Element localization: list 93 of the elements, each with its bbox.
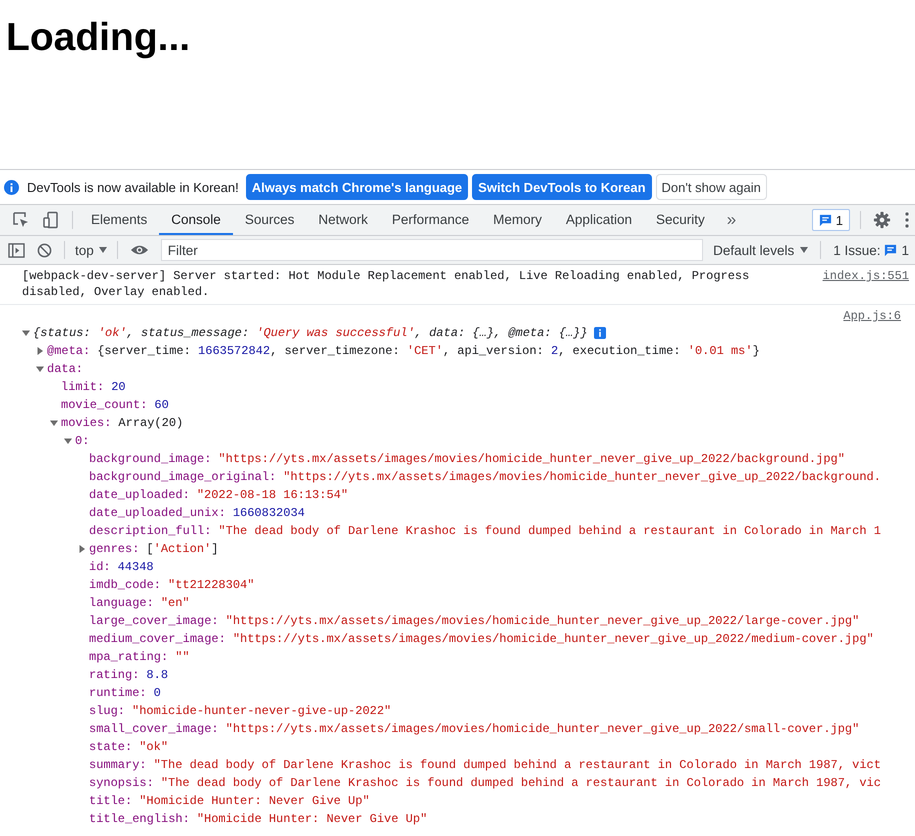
- property-key: 0:: [75, 434, 90, 448]
- property-value: Array(20): [118, 416, 184, 430]
- source-link[interactable]: index.js:551: [822, 268, 909, 284]
- property-value: {status: 'ok', status_message: 'Query was successful', data: {…}, @meta: {…}}: [33, 326, 588, 340]
- inspect-element-icon[interactable]: [12, 211, 30, 229]
- panel-tab[interactable]: Elements: [79, 205, 160, 235]
- collapsed-triangle-icon[interactable]: [36, 347, 44, 355]
- property-key: small_cover_image:: [89, 722, 219, 736]
- source-link[interactable]: App.js:6: [843, 308, 901, 324]
- property-value: 8.8: [146, 668, 168, 682]
- context-selector[interactable]: top: [71, 242, 111, 258]
- expanded-triangle-icon[interactable]: [36, 365, 44, 373]
- property-value: "Homicide Hunter: Never Give Up": [139, 794, 370, 808]
- property-key: genres:: [89, 542, 140, 556]
- property-value: 20: [111, 380, 126, 394]
- info-icon[interactable]: [594, 327, 606, 339]
- property-key: movie_count:: [61, 398, 148, 412]
- infobar-button[interactable]: Don't show again: [656, 174, 767, 200]
- property-value: "ok": [139, 740, 168, 754]
- property-value: "https://yts.mx/assets/images/movies/homicide_hunter_never_give_up_2022/large-cover.jpg": [226, 614, 860, 628]
- property-key: background_image_original:: [89, 470, 276, 484]
- caret-icon: [98, 247, 107, 253]
- filter-field[interactable]: Filter: [160, 239, 704, 261]
- property-key: data:: [47, 362, 84, 376]
- property-key: mpa_rating:: [89, 650, 168, 664]
- property-value: "The dead body of Darlene Krashoc is found dumped behind a restaurant in Colorado in March 1987, vic: [160, 776, 881, 790]
- page-heading: Loading...: [5, 15, 192, 61]
- message-icon: [884, 244, 898, 256]
- property-value: "The dead body of Darlene Krashoc is found dumped behind a restaurant in Colorado in March 1: [218, 524, 881, 538]
- property-key: state:: [89, 740, 132, 754]
- property-value: "https://yts.mx/assets/images/movies/homicide_hunter_never_give_up_2022/medium-cover.jpg": [232, 632, 874, 646]
- property-key: @meta:: [47, 344, 90, 358]
- property-value: {server_time: 1663572842, server_timezone: 'CET', api_version: 2, execution_time: '0.01 ms'}: [97, 344, 760, 358]
- info-icon: [4, 180, 19, 194]
- more-options-icon[interactable]: [905, 212, 909, 228]
- property-value: "Homicide Hunter: Never Give Up": [196, 812, 428, 826]
- sidebar-toggle-icon[interactable]: [8, 242, 25, 258]
- panel-tab[interactable]: Security: [644, 205, 717, 235]
- property-key: medium_cover_image:: [89, 632, 226, 646]
- property-value: ['Action']: [146, 542, 218, 556]
- property-key: title_english:: [89, 812, 190, 826]
- panel-tab[interactable]: Performance: [380, 205, 482, 235]
- message-icon: [818, 214, 832, 226]
- console-message: [webpack-dev-server] Server started: Hot Module Replacement enabled, Live Reloading enabled, Progress disabled, Overlay enabled.: [22, 268, 750, 300]
- property-value: 60: [154, 398, 169, 412]
- property-value: "en": [160, 596, 190, 610]
- caret-icon: [800, 247, 808, 253]
- settings-icon[interactable]: [873, 211, 891, 229]
- infobar-message: DevTools is now available in Korean!: [27, 180, 239, 194]
- property-value: "tt21228304": [168, 578, 254, 592]
- log-levels-dropdown[interactable]: Default levels: [703, 242, 814, 258]
- property-key: summary:: [89, 758, 147, 772]
- property-value: "https://yts.mx/assets/images/movies/homicide_hunter_never_give_up_2022/background.jpg": [218, 452, 845, 466]
- property-key: date_uploaded_unix:: [89, 506, 226, 520]
- property-key: language:: [89, 596, 154, 610]
- property-key: synopsis:: [89, 776, 154, 790]
- property-value: 0: [154, 686, 161, 700]
- infobar-button[interactable]: Always match Chrome's language: [246, 174, 468, 200]
- expanded-triangle-icon[interactable]: [64, 437, 72, 445]
- property-value: "2022-08-18 16:13:54": [196, 488, 348, 502]
- panel-tab[interactable]: Memory: [481, 205, 554, 235]
- property-key: description_full:: [89, 524, 212, 538]
- property-key: movies:: [61, 416, 112, 430]
- property-value: "https://yts.mx/assets/images/movies/homicide_hunter_never_give_up_2022/small-cover.jpg": [226, 722, 860, 736]
- issues-button[interactable]: 1 Issue: 1: [827, 242, 915, 258]
- panel-tab[interactable]: Sources: [232, 205, 306, 235]
- property-key: imdb_code:: [89, 578, 162, 592]
- property-key: title:: [89, 794, 132, 808]
- property-key: large_cover_image:: [89, 614, 219, 628]
- clear-console-icon[interactable]: [37, 242, 52, 258]
- property-key: limit:: [61, 380, 104, 394]
- device-toolbar-icon[interactable]: [42, 211, 60, 229]
- collapsed-triangle-icon[interactable]: [78, 545, 86, 553]
- property-value: "": [175, 650, 190, 664]
- property-key: id:: [89, 560, 111, 574]
- expanded-triangle-icon[interactable]: [22, 329, 30, 337]
- property-key: runtime:: [89, 686, 147, 700]
- expanded-triangle-icon[interactable]: [50, 419, 58, 427]
- property-value: "The dead body of Darlene Krashoc is found dumped behind a restaurant in Colorado in March 1987, vict: [154, 758, 881, 772]
- property-key: date_uploaded:: [89, 488, 190, 502]
- panel-tab[interactable]: Network: [306, 205, 380, 235]
- property-value: "homicide-hunter-never-give-up-2022": [132, 704, 392, 718]
- property-value: 44348: [118, 560, 154, 574]
- panel-tab[interactable]: Application: [554, 205, 644, 235]
- property-key: background_image:: [89, 452, 212, 466]
- property-key: slug:: [89, 704, 126, 718]
- messages-badge[interactable]: 1: [812, 209, 850, 231]
- infobar-button[interactable]: Switch DevTools to Korean: [472, 174, 652, 200]
- property-key: rating:: [89, 668, 140, 682]
- eye-icon[interactable]: [130, 244, 149, 256]
- property-value: "https://yts.mx/assets/images/movies/homicide_hunter_never_give_up_2022/background.: [283, 470, 881, 484]
- property-value: 1660832034: [232, 506, 305, 520]
- more-tabs-button[interactable]: »: [716, 210, 746, 230]
